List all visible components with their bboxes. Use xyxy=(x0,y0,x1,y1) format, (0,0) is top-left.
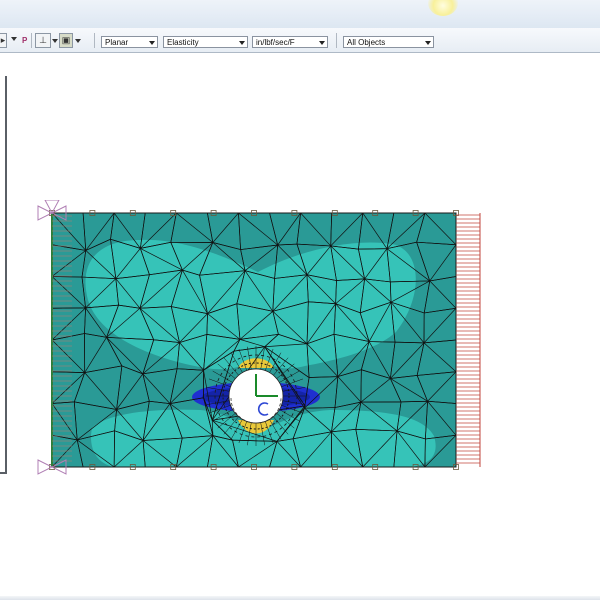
toolbar: ▸ P ⊥ ▣ Planar Elasticity in/lbf/sec/F A… xyxy=(0,28,600,53)
p-label[interactable]: P xyxy=(22,36,27,45)
chevron-down-icon xyxy=(149,41,155,45)
toolbar-separator xyxy=(31,33,32,48)
view-tool-dropdown-icon[interactable] xyxy=(52,39,58,43)
display-tool-icon[interactable]: ▣ xyxy=(59,33,73,48)
title-bar xyxy=(0,0,600,29)
analysis-model-select[interactable]: Elasticity xyxy=(163,36,248,48)
display-tool-dropdown-icon[interactable] xyxy=(75,39,81,43)
analysis-type-value: Planar xyxy=(105,38,129,47)
units-value: in/lbf/sec/F xyxy=(256,38,295,47)
object-filter-select[interactable]: All Objects xyxy=(343,36,434,48)
analysis-model-value: Elasticity xyxy=(167,38,199,47)
chevron-down-icon xyxy=(319,41,325,45)
status-bar-edge xyxy=(0,596,600,600)
chevron-down-icon xyxy=(239,41,245,45)
glow-orb xyxy=(428,0,458,16)
units-select[interactable]: in/lbf/sec/F xyxy=(252,36,328,48)
left-panel-edge[interactable] xyxy=(0,76,7,474)
object-filter-value: All Objects xyxy=(347,38,386,47)
dropdown-arrow-icon[interactable] xyxy=(11,37,17,41)
analysis-type-select[interactable]: Planar xyxy=(101,36,158,48)
right-edge-load xyxy=(456,213,481,467)
fea-mesh-view[interactable] xyxy=(30,200,490,480)
toolbar-separator xyxy=(94,33,95,48)
arrow-select-icon[interactable]: ▸ xyxy=(0,33,7,48)
toolbar-separator xyxy=(336,33,337,48)
chevron-down-icon xyxy=(425,41,431,45)
view-tool-icon[interactable]: ⊥ xyxy=(35,33,51,48)
